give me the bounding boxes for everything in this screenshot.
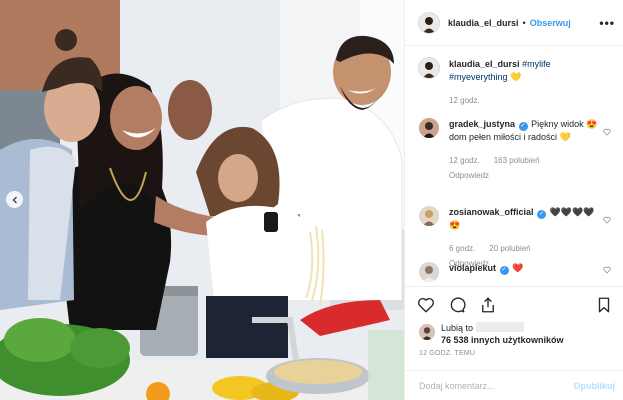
commenter-avatar[interactable]: [419, 58, 439, 78]
commenter-avatar[interactable]: [419, 262, 439, 282]
comment-text: ❤️: [512, 263, 524, 273]
likes-summary: Lubią to 76 538 innych użytkowników: [405, 322, 623, 346]
commenter-username[interactable]: violapiekut: [449, 263, 496, 273]
verified-badge-icon: ✓: [518, 122, 528, 131]
comment-item: zosianowak_official ✓ 🖤🖤🖤🖤😍 6 godz. 20 p…: [419, 206, 613, 268]
add-comment-bar: Dodaj komentarz... Opublikuj: [405, 370, 623, 400]
commenter-avatar[interactable]: [419, 118, 439, 138]
likes-count-link[interactable]: 76 538 innych użytkowników: [441, 334, 564, 346]
post-side-panel: klaudia_el_dursi • Obserwuj ••• klaudia_…: [404, 0, 623, 400]
comments-list: klaudia_el_dursi #mylife #myeverything 💛…: [405, 46, 623, 286]
comment-item: violapiekut ✓ ❤️: [419, 262, 613, 286]
redacted-username: [476, 322, 525, 332]
commenter-username[interactable]: zosianowak_official: [449, 207, 534, 217]
comment-age[interactable]: 12 godz.: [449, 154, 480, 167]
like-comment-heart-icon[interactable]: [603, 128, 611, 136]
author-username[interactable]: klaudia_el_dursi: [448, 18, 519, 28]
like-comment-heart-icon[interactable]: [603, 216, 611, 224]
previous-photo-button[interactable]: [6, 191, 23, 208]
commenter-username[interactable]: gradek_justyna: [449, 119, 515, 129]
commenter-avatar[interactable]: [419, 206, 439, 226]
verified-badge-icon: ✓: [499, 266, 509, 275]
follow-button[interactable]: Obserwuj: [530, 18, 571, 28]
like-comment-heart-icon[interactable]: [603, 266, 611, 274]
likes-prefix: Lubią to: [441, 323, 474, 333]
caption-comment: klaudia_el_dursi #mylife #myeverything 💛…: [419, 58, 613, 118]
commenter-username[interactable]: klaudia_el_dursi: [449, 59, 520, 69]
liker-avatar[interactable]: [419, 324, 435, 340]
add-comment-input[interactable]: Dodaj komentarz...: [419, 381, 574, 391]
bookmark-save-icon[interactable]: [595, 296, 613, 314]
post-timestamp[interactable]: 12 GODZ. TEMU: [405, 346, 623, 370]
hashtag-link[interactable]: #myeverything: [449, 72, 508, 82]
comment-likes[interactable]: 163 polubień: [494, 154, 540, 167]
header-separator: •: [522, 17, 526, 28]
like-heart-icon[interactable]: [417, 296, 435, 314]
instagram-post: klaudia_el_dursi • Obserwuj ••• klaudia_…: [0, 0, 623, 400]
chevron-left-icon: [12, 196, 17, 203]
publish-comment-button[interactable]: Opublikuj: [574, 381, 616, 391]
post-photo[interactable]: [0, 0, 404, 400]
verified-badge-icon: ✓: [537, 210, 547, 219]
comment-item: gradek_justyna ✓ Piękny widok 😍 dom pełe…: [419, 118, 613, 206]
comment-emoji: 💛: [510, 72, 522, 82]
hashtag-link[interactable]: #mylife: [522, 59, 551, 69]
post-action-bar: [405, 286, 623, 322]
share-icon[interactable]: [479, 296, 497, 314]
author-avatar[interactable]: [419, 12, 439, 33]
comment-age[interactable]: 6 godz.: [449, 242, 475, 255]
comment-age[interactable]: 12 godz.: [449, 94, 480, 107]
reply-button[interactable]: Odpowiedz: [449, 169, 599, 182]
comment-likes[interactable]: 20 polubień: [489, 242, 530, 255]
family-cooking-photo: [0, 0, 404, 400]
post-header: klaudia_el_dursi • Obserwuj •••: [405, 0, 623, 46]
more-options-icon[interactable]: •••: [599, 16, 615, 30]
comment-bubble-icon[interactable]: [448, 296, 466, 314]
